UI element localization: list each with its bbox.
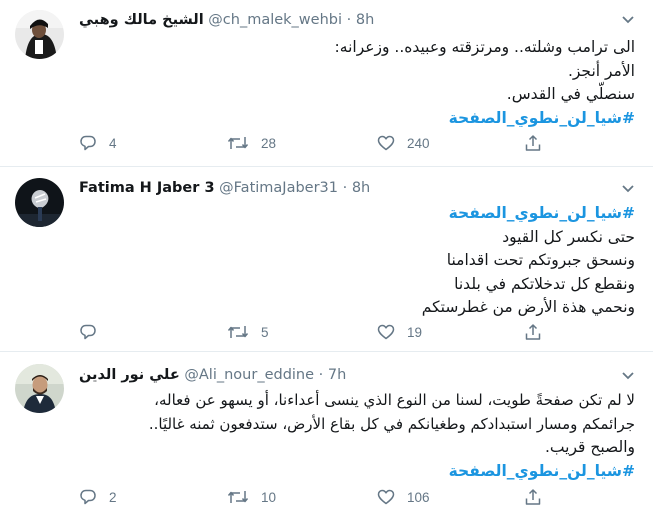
tweet[interactable]: الشيخ مالك وهبي @ch_malek_wehbi · 8h الى… [0,0,653,167]
tweet-text-line: حتى نكسر كل القيود [502,227,635,246]
like-button[interactable]: 106 [377,486,430,508]
reply-icon [79,134,97,152]
reply-icon [79,488,97,506]
tweet-text-line: الى ترامب وشلته.. ومرتزقته وعبيده.. وزعر… [334,38,635,56]
chevron-down-icon[interactable] [621,371,635,381]
retweet-icon [227,134,249,152]
avatar[interactable] [15,364,64,413]
chevron-down-icon[interactable] [621,15,635,25]
display-name[interactable]: الشيخ مالك وهبي [79,12,204,28]
display-name[interactable]: علي نور الدين [79,367,180,383]
tweet-header: علي نور الدين @Ali_nour_eddine · 7h [79,365,623,385]
display-name[interactable]: Fatima H Jaber 3 [79,180,215,196]
tweet-text-line: والصبح قريب. [545,438,635,456]
retweet-button[interactable]: 5 [227,321,269,343]
like-button[interactable]: 19 [377,321,422,343]
retweet-button[interactable]: 28 [227,132,276,154]
user-handle[interactable]: @ch_malek_wehbi [208,12,342,28]
retweet-button[interactable]: 10 [227,486,276,508]
hashtag-link[interactable]: #شيا_لن_نطوي_الصفحة [79,460,635,484]
share-icon [524,134,542,152]
share-button[interactable] [524,321,542,343]
tweet-header: Fatima H Jaber 3 @FatimaJaber31 · 8h [79,178,623,198]
user-handle[interactable]: @FatimaJaber31 [219,180,338,196]
tweet[interactable]: Fatima H Jaber 3 @FatimaJaber31 · 8h #شي… [0,167,653,352]
avatar[interactable] [15,10,64,59]
retweet-count: 10 [261,489,277,505]
tweet-header: الشيخ مالك وهبي @ch_malek_wehbi · 8h [79,10,623,30]
reply-button[interactable]: 2 [79,486,117,508]
like-count: 106 [407,489,430,505]
hashtag-link[interactable]: #شيا_لن_نطوي_الصفحة [79,107,635,131]
retweet-count: 28 [261,135,277,151]
reply-count: 2 [109,489,117,505]
reply-button[interactable]: 4 [79,132,117,154]
tweet-text-line: ونحمي هذة الأرض من غطرستكم [421,298,635,316]
share-button[interactable] [524,132,542,154]
avatar[interactable] [15,178,64,227]
retweet-icon [227,323,249,341]
like-count: 19 [407,324,423,340]
tweet-actions: 5 19 [79,321,542,343]
user-handle[interactable]: @Ali_nour_eddine [184,367,314,383]
separator-dot: · [346,12,352,28]
hashtag-link[interactable]: #شيا_لن_نطوي_الصفحة [79,202,635,226]
timestamp[interactable]: 8h [356,12,374,28]
timestamp[interactable]: 8h [352,180,370,196]
tweet-text-line: لا لم تكن صفحةً طويت، لسنا من النوع الذي… [154,391,635,409]
share-button[interactable] [524,486,542,508]
tweet-text-line: سنصلّي في القدس. [506,85,635,103]
chevron-down-icon[interactable] [621,184,635,194]
tweet[interactable]: علي نور الدين @Ali_nour_eddine · 7h لا ل… [0,352,653,515]
tweet-text-line: ونقطع كل تدخلاتكم في بلدنا [454,274,635,293]
tweet-text: لا لم تكن صفحةً طويت، لسنا من النوع الذي… [79,389,635,483]
share-icon [524,488,542,506]
tweet-actions: 2 10 106 [79,486,542,508]
like-count: 240 [407,135,430,151]
reply-button[interactable] [79,321,109,343]
tweet-text: #شيا_لن_نطوي_الصفحة حتى نكسر كل القيود و… [79,202,635,320]
tweet-text-line: جرائمكم ومسار استبدادكم وطغيانكم في كل ب… [148,414,635,433]
reply-icon [79,323,97,341]
retweet-count: 5 [261,324,269,340]
heart-icon [377,134,395,152]
timestamp[interactable]: 7h [328,367,346,383]
tweet-text: الى ترامب وشلته.. ومرتزقته وعبيده.. وزعر… [79,36,635,130]
tweet-text-line: ونسحق جبروتكم تحت اقدامنا [446,251,635,269]
like-button[interactable]: 240 [377,132,430,154]
separator-dot: · [318,367,324,383]
heart-icon [377,323,395,341]
tweet-actions: 4 28 240 [79,132,542,154]
reply-count: 4 [109,135,117,151]
tweet-text-line: الأمر أنجز. [567,61,635,80]
separator-dot: · [342,180,348,196]
retweet-icon [227,488,249,506]
heart-icon [377,488,395,506]
share-icon [524,323,542,341]
